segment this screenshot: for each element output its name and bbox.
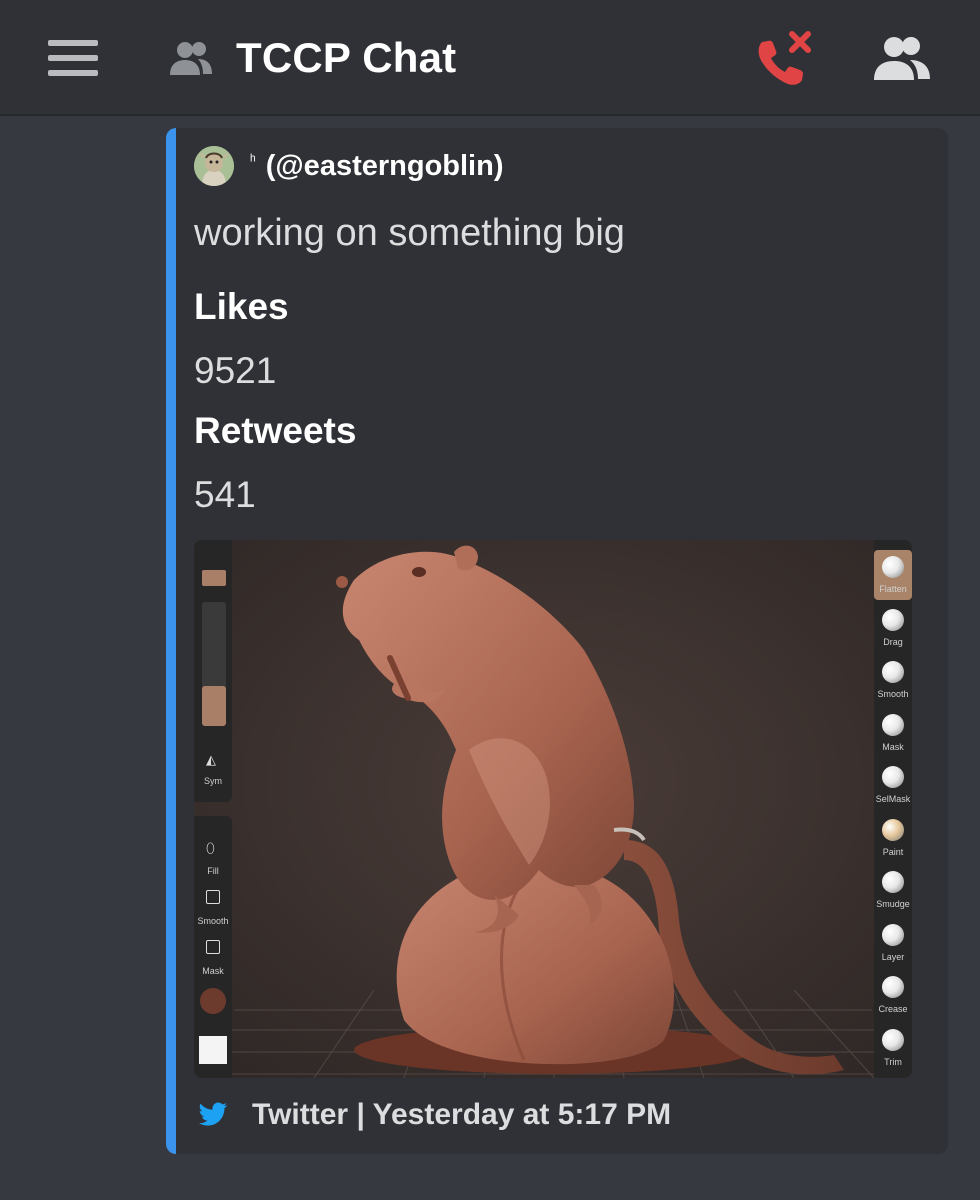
tool-label: Mask bbox=[882, 741, 904, 752]
flatten-icon bbox=[882, 556, 904, 578]
tool-drag[interactable]: Drag bbox=[874, 603, 912, 653]
sym-icon[interactable]: ◭ bbox=[206, 752, 216, 768]
smooth-icon bbox=[882, 661, 904, 683]
field-name-likes: Likes bbox=[194, 286, 289, 327]
page-title: TCCP Chat bbox=[236, 34, 457, 81]
trim-icon bbox=[882, 1028, 904, 1051]
tool-crease[interactable]: Crease bbox=[874, 970, 912, 1020]
drag-icon bbox=[882, 608, 904, 631]
fill-icon[interactable]: ⬯ bbox=[206, 840, 215, 857]
field-value-retweets: 541 bbox=[194, 474, 256, 515]
members-icon[interactable] bbox=[872, 34, 932, 82]
twitter-icon bbox=[198, 1102, 228, 1126]
mask-icon bbox=[882, 713, 904, 736]
tool-smooth[interactable]: Smooth bbox=[874, 655, 912, 705]
material-ball-icon[interactable] bbox=[200, 988, 226, 1014]
color-swatch[interactable] bbox=[202, 570, 226, 586]
right-toolbar: Flatten Drag Smooth Mask SelMask Paint Smudge L… bbox=[874, 540, 912, 1078]
left-toolbar-tools: ⬯ Fill Smooth Mask bbox=[194, 816, 232, 1078]
fill-label: Fill bbox=[207, 866, 219, 876]
tweet-embed: ʰ (@easterngoblin) working on something b… bbox=[166, 128, 948, 1154]
tool-selmask[interactable]: SelMask bbox=[874, 760, 912, 810]
mask-icon[interactable] bbox=[206, 940, 220, 954]
smudge-icon bbox=[882, 871, 904, 893]
tool-trim[interactable]: Trim bbox=[874, 1023, 912, 1073]
embed-author[interactable]: ʰ (@easterngoblin) bbox=[250, 150, 504, 183]
tool-label: Crease bbox=[878, 1004, 908, 1014]
smooth-icon[interactable] bbox=[206, 890, 220, 904]
call-declined-icon[interactable] bbox=[752, 28, 818, 88]
author-handle: (@easterngoblin) bbox=[265, 150, 504, 182]
left-toolbar: ◭ Sym bbox=[194, 540, 232, 802]
field-value-likes: 9521 bbox=[194, 350, 277, 391]
embed-image[interactable]: ◭ Sym ⬯ Fill Smooth Mask Flatten Drag Smoo… bbox=[194, 540, 912, 1078]
author-prefix: ʰ bbox=[250, 152, 256, 169]
avatar[interactable] bbox=[194, 146, 234, 186]
tool-label: Smooth bbox=[877, 689, 909, 699]
tool-mask[interactable]: Mask bbox=[874, 708, 912, 758]
sym-label: Sym bbox=[204, 776, 222, 786]
tool-label: Layer bbox=[881, 951, 905, 962]
tool-label: Trim bbox=[884, 1056, 902, 1067]
size-slider[interactable] bbox=[202, 602, 226, 726]
crease-icon bbox=[882, 976, 904, 998]
menu-icon[interactable] bbox=[48, 40, 98, 76]
no-matcap-icon[interactable] bbox=[199, 1036, 227, 1064]
embed-accent-bar bbox=[166, 128, 176, 1154]
layer-icon bbox=[882, 923, 904, 946]
tool-paint[interactable]: Paint bbox=[874, 813, 912, 863]
tool-layer[interactable]: Layer bbox=[874, 918, 912, 968]
tool-flatten[interactable]: Flatten bbox=[874, 550, 912, 600]
chat-header: TCCP Chat bbox=[0, 0, 980, 116]
smooth-label: Smooth bbox=[197, 916, 229, 926]
tool-label: Paint bbox=[882, 846, 904, 857]
embed-description: working on something big bbox=[194, 212, 625, 254]
mask-label: Mask bbox=[202, 966, 224, 976]
selmask-icon bbox=[882, 766, 904, 788]
people-icon bbox=[170, 42, 212, 75]
tool-label: Smudge bbox=[876, 899, 910, 909]
tool-label: SelMask bbox=[875, 794, 911, 804]
tool-smudge[interactable]: Smudge bbox=[874, 865, 912, 915]
field-name-retweets: Retweets bbox=[194, 410, 357, 451]
embed-footer-text: Twitter | Yesterday at 5:17 PM bbox=[252, 1098, 672, 1131]
paint-icon bbox=[882, 818, 904, 841]
tool-label: Drag bbox=[883, 636, 903, 647]
tool-label: Flatten bbox=[879, 584, 907, 594]
